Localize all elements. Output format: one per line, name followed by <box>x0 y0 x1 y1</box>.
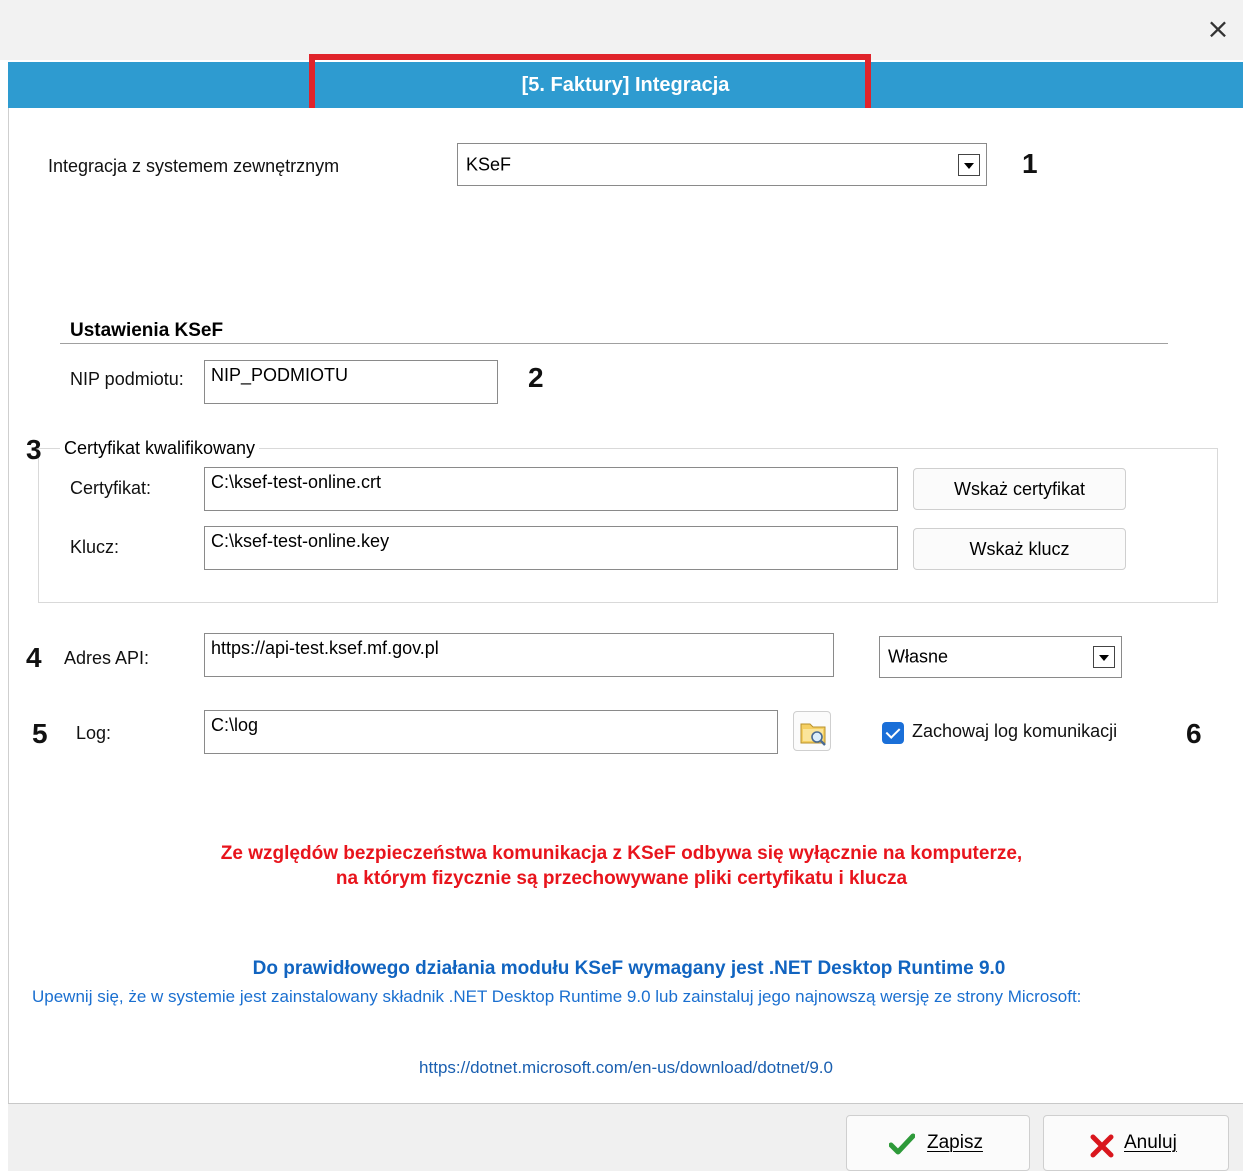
integration-select[interactable]: KSeF <box>457 143 987 186</box>
browse-folder-button[interactable] <box>793 711 831 751</box>
save-button-label: Zapisz <box>927 1132 983 1153</box>
cancel-button[interactable]: Anuluj <box>1043 1115 1229 1171</box>
nip-label: NIP podmiotu: <box>70 369 184 389</box>
save-button[interactable]: Zapisz <box>846 1115 1030 1171</box>
chevron-down-icon[interactable] <box>958 153 980 176</box>
security-warning-line2: na którym fizycznie są przechowywane pli… <box>335 868 908 889</box>
security-warning-line1: Ze względów bezpieczeństwa komunikacja z… <box>220 843 1023 864</box>
api-mode-select[interactable]: Własne <box>879 636 1122 678</box>
chevron-down-icon[interactable] <box>1093 646 1115 668</box>
marker-1: 1 <box>1022 148 1038 179</box>
key-label: Klucz: <box>70 537 120 557</box>
select-certificate-button[interactable]: Wskaż certyfikat <box>913 468 1126 510</box>
close-icon <box>1090 1134 1114 1158</box>
runtime-info-text: Upewnij się, że w systemie jest zainstal… <box>32 987 1082 1006</box>
section-divider <box>60 343 1168 344</box>
nip-field[interactable]: NIP_PODMIOTU <box>204 360 498 404</box>
keep-log-label: Zachowaj log komunikacji <box>912 721 1118 741</box>
api-url-field[interactable]: https://api-test.ksef.mf.gov.pl <box>204 633 834 677</box>
dotnet-download-link[interactable]: https://dotnet.microsoft.com/en-us/downl… <box>0 1058 1243 1078</box>
integration-label: Integracja z systemem zewnętrznym <box>48 156 340 176</box>
certificate-label: Certyfikat: <box>70 478 152 498</box>
marker-6: 6 <box>1186 718 1202 749</box>
keep-log-checkbox[interactable] <box>882 722 904 744</box>
key-field[interactable]: C:\ksef-test-online.key <box>204 526 898 570</box>
marker-5: 5 <box>32 718 48 749</box>
marker-3: 3 <box>26 434 42 465</box>
marker-2: 2 <box>528 362 544 393</box>
log-label: Log: <box>76 723 112 743</box>
title-bar: × <box>0 0 1243 60</box>
marker-4: 4 <box>26 642 42 673</box>
integration-select-value: KSeF <box>466 154 512 174</box>
select-key-button[interactable]: Wskaż klucz <box>913 528 1126 570</box>
content-area <box>8 108 1243 1103</box>
folder-search-icon <box>800 723 826 746</box>
certificate-field[interactable]: C:\ksef-test-online.crt <box>204 467 898 511</box>
runtime-info-title: Do prawidłowego działania modułu KSeF wy… <box>252 958 1006 979</box>
close-icon[interactable]: × <box>1203 14 1233 44</box>
api-mode-value: Własne <box>888 646 949 667</box>
certificate-group-label: Certyfikat kwalifikowany <box>60 438 260 459</box>
cancel-button-label: Anuluj <box>1124 1132 1177 1153</box>
checkmark-icon <box>889 1133 915 1155</box>
api-label: Adres API: <box>64 648 150 668</box>
log-path-field[interactable]: C:\log <box>204 710 778 754</box>
section-title: Ustawienia KSeF <box>70 320 224 341</box>
